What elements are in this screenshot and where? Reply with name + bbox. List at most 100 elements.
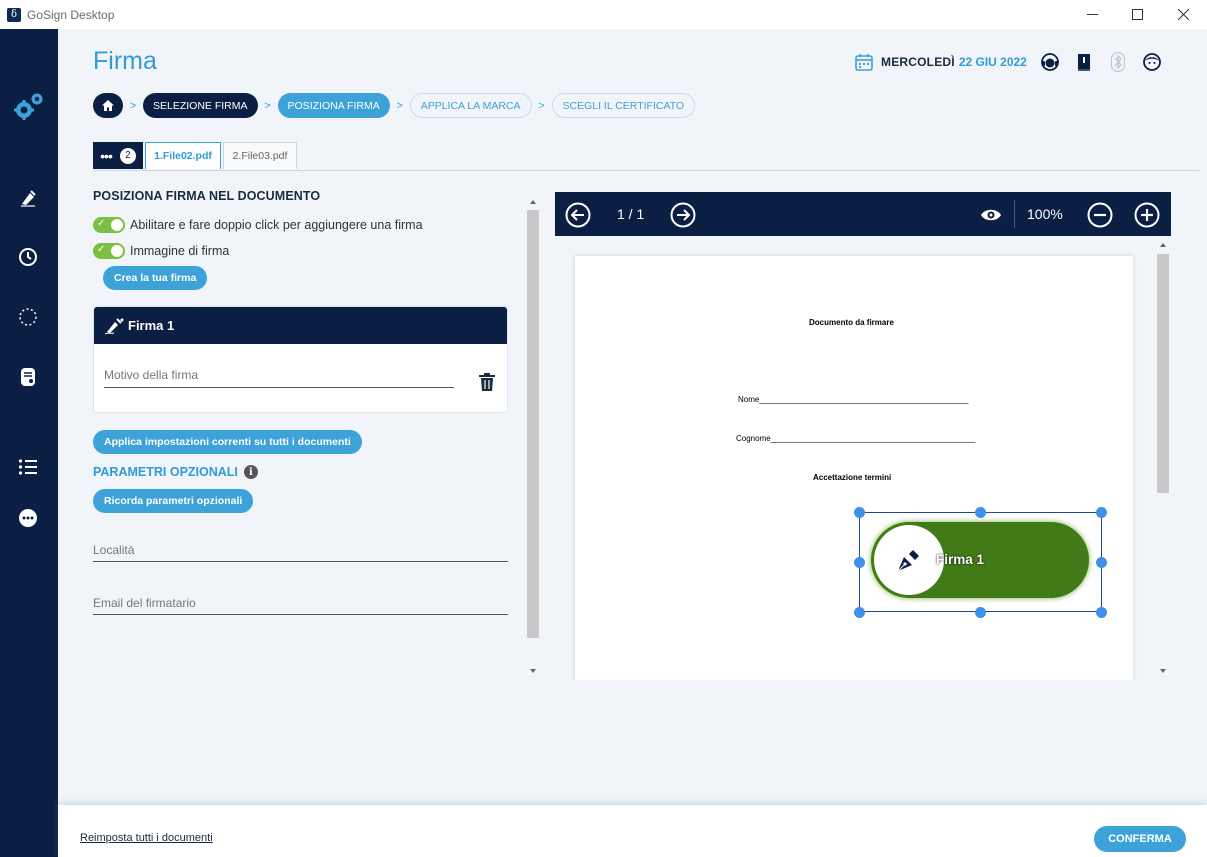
double-click-toggle-label: Abilitare e fare doppio click per aggiun… [130, 218, 423, 232]
resize-handle-top[interactable] [975, 507, 986, 518]
tab-file02[interactable]: 1.File02.pdf [145, 142, 221, 169]
date-display: MERCOLEDÌ 22 GIU 2022 [855, 53, 1027, 71]
zoom-level: 100% [1027, 206, 1063, 222]
bluetooth-icon[interactable] [1108, 52, 1128, 72]
resize-handle-bottom[interactable] [975, 607, 986, 618]
left-panel-scrollbar[interactable] [525, 195, 539, 677]
user-profile-icon[interactable] [1142, 52, 1162, 72]
location-underline [93, 561, 508, 562]
create-signature-button[interactable]: Crea la tua firma [103, 266, 208, 290]
toolbar-divider [1014, 200, 1015, 228]
calendar-icon [855, 53, 873, 71]
close-button[interactable] [1160, 0, 1206, 29]
settings-gears-icon[interactable] [12, 92, 46, 122]
more-options-icon[interactable] [17, 507, 39, 529]
signature-stamp[interactable]: Firma 1 [871, 522, 1089, 598]
check-icon: ✓ [97, 218, 106, 229]
signature-card: Firma 1 Motivo della firma [93, 306, 508, 413]
loading-spinner-icon[interactable] [17, 306, 39, 328]
location-input[interactable]: Località [93, 543, 134, 557]
preview-eye-icon[interactable] [978, 202, 1004, 228]
resize-handle-right[interactable] [1096, 557, 1107, 568]
chevron-right-icon: > [538, 99, 545, 112]
date-value: 22 GIU 2022 [958, 55, 1027, 69]
minimize-button[interactable] [1069, 0, 1115, 29]
breadcrumb-selezione-firma[interactable]: SELEZIONE FIRMA [143, 93, 258, 118]
resize-handle-top-right[interactable] [1096, 507, 1107, 518]
fountain-pen-icon [897, 550, 919, 572]
document-storage-icon[interactable] [17, 366, 39, 388]
double-click-toggle-row: ✓ Abilitare e fare doppio click per aggi… [93, 217, 513, 233]
breadcrumb-applica-marca[interactable]: APPLICA LA MARCA [409, 93, 532, 118]
zoom-in-icon[interactable] [1134, 202, 1160, 228]
document-name-line: Nome____________________________________… [738, 395, 969, 404]
resize-handle-bottom-right[interactable] [1096, 607, 1107, 618]
breadcrumb: > SELEZIONE FIRMA > POSIZIONA FIRMA > AP… [93, 93, 696, 118]
file-menu-tab[interactable]: ••• 2 [93, 142, 143, 169]
signature-reason-underline [104, 387, 454, 388]
check-icon: ✓ [97, 244, 106, 255]
task-list-icon[interactable] [17, 456, 39, 478]
tab-file03[interactable]: 2.File03.pdf [223, 142, 297, 169]
chevron-right-icon: > [129, 99, 137, 112]
next-page-icon[interactable] [670, 202, 696, 228]
page-title: Firma [93, 47, 157, 75]
chevron-right-icon: > [396, 99, 403, 112]
stamp-pen-badge [874, 525, 944, 595]
signature-pen-icon [104, 317, 124, 335]
remember-params-button[interactable]: Ricorda parametri opzionali [93, 489, 254, 513]
document-title: Documento da firmare [809, 318, 894, 327]
file-count-badge: 2 [119, 147, 136, 164]
manual-book-icon[interactable] [1074, 52, 1094, 72]
document-viewer-toolbar: 1 / 1 100% [555, 192, 1171, 236]
tabs-divider [93, 170, 1199, 171]
more-dots-icon: ••• [100, 147, 113, 164]
date-day: MERCOLEDÌ [881, 55, 955, 69]
confirm-button[interactable]: CONFERMA [1094, 826, 1186, 852]
title-bar: δ GoSign Desktop [0, 0, 1207, 29]
document-surname-line: Cognome_________________________________… [736, 434, 976, 443]
resize-handle-bottom-left[interactable] [854, 607, 865, 618]
document-terms: Accettazione termini [813, 473, 892, 482]
chevron-right-icon: > [264, 99, 271, 112]
signer-email-input[interactable]: Email del firmatario [93, 596, 196, 610]
signature-reason-input[interactable]: Motivo della firma [104, 368, 198, 382]
resize-handle-left[interactable] [854, 557, 865, 568]
zoom-out-icon[interactable] [1087, 202, 1113, 228]
signature-image-toggle-row: ✓ Immagine di firma [93, 243, 513, 259]
history-clock-icon[interactable] [17, 246, 39, 268]
signer-email-underline [93, 614, 508, 615]
pdf-page[interactable]: Documento da firmare Nome_______________… [575, 256, 1133, 680]
previous-page-icon[interactable] [565, 202, 591, 228]
signature-settings-panel: POSIZIONA FIRMA NEL DOCUMENTO ✓ Abilitar… [93, 189, 513, 619]
apply-all-documents-button[interactable]: Applica impostazioni correnti su tutti i… [93, 430, 362, 454]
app-title: GoSign Desktop [27, 7, 115, 22]
breadcrumb-scegli-certificato[interactable]: SCEGLI IL CERTIFICATO [551, 93, 696, 118]
sidebar [0, 29, 58, 857]
breadcrumb-posiziona-firma[interactable]: POSIZIONA FIRMA [277, 93, 390, 118]
info-icon[interactable]: i [243, 465, 258, 479]
app-logo-icon: δ [7, 7, 21, 22]
page-indicator: 1 / 1 [617, 206, 645, 222]
support-agent-icon[interactable] [1040, 52, 1060, 72]
stamp-label: Firma 1 [936, 552, 985, 567]
footer: Reimposta tutti i documenti CONFERMA [58, 805, 1207, 857]
trash-icon[interactable] [479, 373, 495, 391]
main-content: Firma MERCOLEDÌ 22 GIU 2022 > SELEZIONE … [58, 29, 1207, 857]
file-tabs: ••• 2 1.File02.pdf 2.File03.pdf [93, 142, 299, 169]
signature-card-title: Firma 1 [128, 318, 175, 333]
maximize-button[interactable] [1114, 0, 1160, 29]
optional-params-heading: PARAMETRI OPZIONALI i [93, 465, 513, 479]
double-click-toggle[interactable]: ✓ [93, 217, 125, 233]
section-title: POSIZIONA FIRMA NEL DOCUMENTO [93, 189, 321, 203]
reset-all-documents-link[interactable]: Reimposta tutti i documenti [80, 832, 213, 844]
breadcrumb-home[interactable] [93, 93, 123, 118]
signature-image-toggle[interactable]: ✓ [93, 243, 125, 259]
viewer-scrollbar[interactable] [1157, 237, 1169, 680]
resize-handle-top-left[interactable] [854, 507, 865, 518]
signature-card-header[interactable]: Firma 1 [94, 307, 507, 344]
signature-image-toggle-label: Immagine di firma [130, 244, 230, 258]
sign-pen-icon[interactable] [17, 187, 39, 209]
document-viewer[interactable]: Documento da firmare Nome_______________… [555, 236, 1171, 680]
optional-params-title: PARAMETRI OPZIONALI [93, 465, 238, 479]
